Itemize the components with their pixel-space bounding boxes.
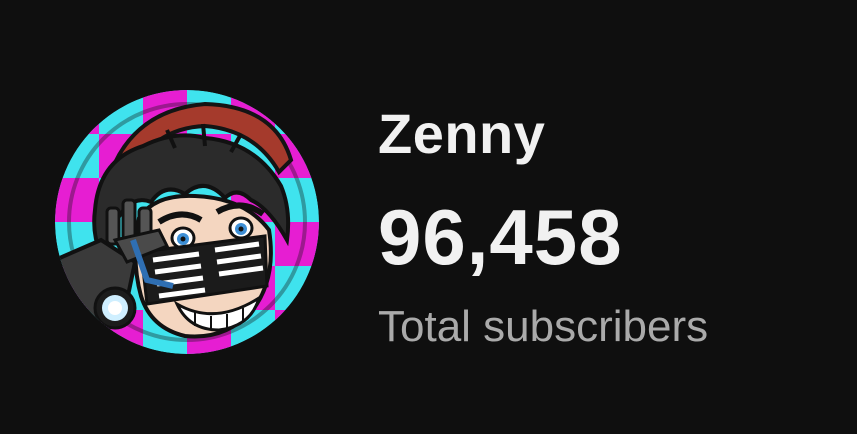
- avatar-image: [55, 90, 319, 354]
- channel-info: Zenny 96,458 Total subscribers: [378, 0, 848, 434]
- subscriber-label: Total subscribers: [378, 302, 709, 351]
- channel-avatar[interactable]: [55, 90, 319, 354]
- channel-name[interactable]: Zenny: [378, 106, 545, 162]
- subscriber-count: 96,458: [378, 193, 623, 281]
- subscriber-card: Zenny 96,458 Total subscribers: [0, 0, 857, 434]
